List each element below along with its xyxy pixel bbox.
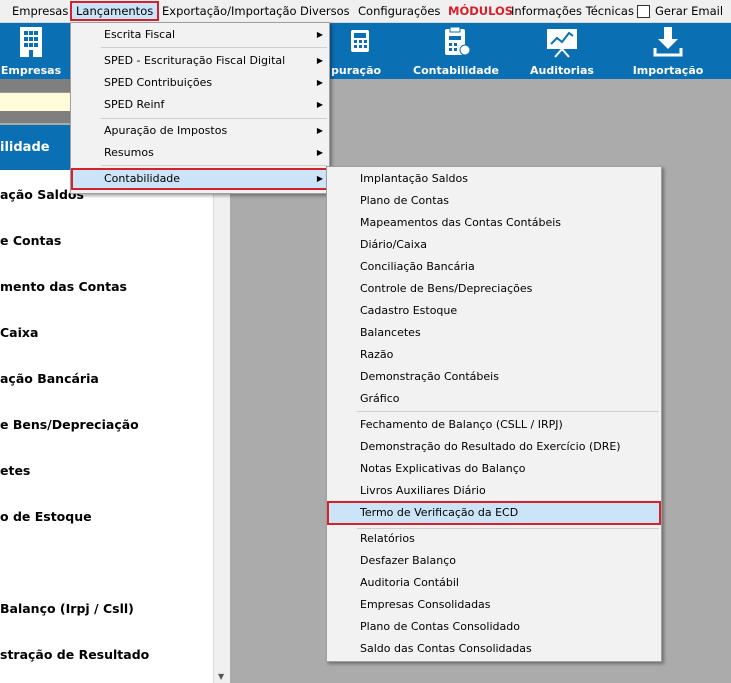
importacao-label: Importação — [632, 64, 704, 77]
left-item-conciliacao-bancaria[interactable]: ação Bancária — [0, 371, 99, 386]
importacao-button[interactable]: Importação — [630, 23, 706, 79]
menu-item-razao[interactable]: Razão — [327, 344, 661, 366]
menu-item-plano-de-contas[interactable]: Plano de Contas — [327, 190, 661, 212]
menu-item-resumos[interactable]: Resumos ▶ — [71, 142, 329, 164]
menu-item-mapeamentos-contas[interactable]: Mapeamentos das Contas Contábeis — [327, 212, 661, 234]
gerar-email-label: Gerar Email — [655, 4, 724, 18]
left-item-plano-de-contas[interactable]: e Contas — [0, 233, 61, 248]
menu-item-fechamento-balanco[interactable]: Fechamento de Balanço (CSLL / IRPJ) — [327, 414, 661, 436]
menu-item-contabilidade[interactable]: Contabilidade ▶ — [71, 168, 329, 190]
accounting-icon — [445, 26, 471, 56]
left-item-demonstracao-resultado[interactable]: stração de Resultado — [0, 647, 149, 662]
submenu-arrow-icon: ▶ — [316, 126, 323, 135]
menu-exportacao-importacao[interactable]: Exportação/Importação — [162, 3, 297, 19]
menu-informacoes-tecnicas[interactable]: Informações Técnicas — [511, 3, 634, 19]
menu-item-cadastro-estoque[interactable]: Cadastro Estoque — [327, 300, 661, 322]
menu-item-relatorios[interactable]: Relatórios — [327, 528, 661, 550]
menu-item-empresas-consolidadas[interactable]: Empresas Consolidadas — [327, 594, 661, 616]
menu-item-diario-caixa[interactable]: Diário/Caixa — [327, 234, 661, 256]
menu-lancamentos[interactable]: Lançamentos — [70, 1, 160, 21]
menu-item-apuracao-impostos[interactable]: Apuração de Impostos ▶ — [71, 120, 329, 142]
contabilidade-button[interactable]: Contabilidade — [412, 23, 500, 79]
menu-item-escrita-fiscal[interactable]: Escrita Fiscal ▶ — [71, 24, 329, 46]
left-strip-bottom — [0, 111, 70, 123]
left-item-fechamento-balanco[interactable]: Balanço (Irpj / Csll) — [0, 601, 134, 616]
lancamentos-dropdown: Escrita Fiscal ▶ SPED - Escrituração Fisc… — [70, 22, 330, 194]
menu-separator — [101, 165, 327, 166]
menu-item-demonstracao-contabeis[interactable]: Demonstração Contábeis — [327, 366, 661, 388]
menu-item-implantacao-saldos[interactable]: Implantação Saldos — [327, 168, 661, 190]
menu-item-plano-contas-consolidado[interactable]: Plano de Contas Consolidado — [327, 616, 661, 638]
menu-empresas[interactable]: Empresas — [12, 3, 68, 19]
apuracao-button[interactable]: puração — [326, 23, 382, 79]
submenu-arrow-icon: ▶ — [316, 78, 323, 87]
left-strip-top — [0, 79, 70, 92]
menu-item-grafico[interactable]: Gráfico — [327, 388, 661, 410]
left-nav-list: ação Saldos e Contas mento das Contas Ca… — [0, 170, 213, 683]
menu-item-sped-reinf[interactable]: SPED Reinf ▶ — [71, 94, 329, 116]
submenu-arrow-icon: ▶ — [316, 148, 323, 157]
menu-item-balancetes[interactable]: Balancetes — [327, 322, 661, 344]
auditorias-label: Auditorias — [530, 64, 594, 77]
menu-item-desfazer-balanco[interactable]: Desfazer Balanço — [327, 550, 661, 572]
menu-bar: Empresas Lançamentos Exportação/Importaç… — [0, 0, 731, 23]
menu-item-demonstracao-resultado[interactable]: Demonstração do Resultado do Exercício (… — [327, 436, 661, 458]
left-item-balancetes[interactable]: etes — [0, 463, 30, 478]
empresas-label: Empresas — [0, 64, 62, 77]
left-item-mapeamento-contas[interactable]: mento das Contas — [0, 279, 127, 294]
download-icon — [653, 27, 683, 57]
submenu-arrow-icon: ▶ — [316, 30, 323, 39]
left-item-cadastro-estoque[interactable]: o de Estoque — [0, 509, 92, 524]
menu-modulos[interactable]: MÓDULOS — [448, 3, 513, 19]
menu-item-conciliacao-bancaria[interactable]: Conciliação Bancária — [327, 256, 661, 278]
menu-diversos[interactable]: Diversos — [300, 3, 350, 19]
contabilidade-submenu: Implantação Saldos Plano de Contas Mapea… — [326, 166, 662, 662]
menu-separator — [357, 411, 659, 412]
menu-item-sped-contribuicoes[interactable]: SPED Contribuições ▶ — [71, 72, 329, 94]
empresas-button[interactable]: Empresas — [0, 23, 62, 79]
submenu-arrow-icon: ▶ — [316, 100, 323, 109]
presentation-chart-icon — [547, 29, 577, 58]
building-icon — [20, 27, 42, 57]
menu-configuracoes[interactable]: Configurações — [358, 3, 440, 19]
left-input-strip[interactable] — [0, 92, 70, 112]
left-item-controle-bens[interactable]: e Bens/Depreciação — [0, 417, 139, 432]
contabilidade-label: Contabilidade — [413, 64, 499, 77]
menu-item-notas-explicativas[interactable]: Notas Explicativas do Balanço — [327, 458, 661, 480]
left-scrollbar[interactable]: ▼ — [213, 170, 230, 683]
submenu-arrow-icon: ▶ — [316, 174, 323, 183]
left-item-diario-caixa[interactable]: Caixa — [0, 325, 38, 340]
menu-item-controle-bens[interactable]: Controle de Bens/Depreciações — [327, 278, 661, 300]
scroll-down-icon[interactable]: ▼ — [218, 672, 224, 681]
gerar-email-checkbox[interactable] — [637, 5, 650, 18]
menu-item-livros-auxiliares[interactable]: Livros Auxiliares Diário — [327, 480, 661, 502]
menu-item-auditoria-contabil[interactable]: Auditoria Contábil — [327, 572, 661, 594]
section-header-label: ilidade — [0, 140, 50, 155]
apuracao-label: puração — [331, 64, 382, 77]
menu-item-saldo-contas-consolidadas[interactable]: Saldo das Contas Consolidadas — [327, 638, 661, 660]
menu-separator — [101, 47, 327, 48]
auditorias-button[interactable]: Auditorias — [525, 23, 599, 79]
submenu-arrow-icon: ▶ — [316, 56, 323, 65]
menu-item-termo-verificacao-ecd[interactable]: Termo de Verificação da ECD — [327, 501, 661, 525]
menu-separator — [101, 118, 327, 119]
menu-item-sped-fiscal[interactable]: SPED - Escrituração Fiscal Digital ▶ — [71, 50, 329, 72]
calculator-icon — [351, 30, 369, 52]
